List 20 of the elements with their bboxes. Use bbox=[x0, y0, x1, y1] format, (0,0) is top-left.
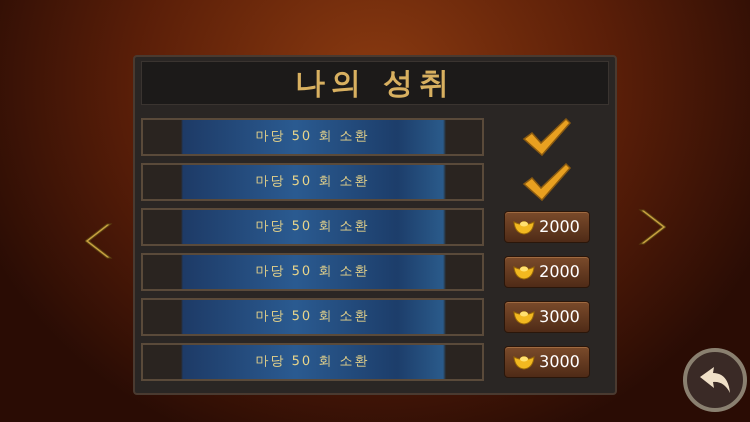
ingot-icon bbox=[513, 309, 536, 325]
checkmark-icon bbox=[522, 162, 572, 202]
checkmark-icon bbox=[522, 117, 572, 157]
right-chevron-icon[interactable] bbox=[638, 208, 666, 246]
ingot-icon bbox=[513, 219, 536, 235]
achievement-label: 마당 50 회 소환 bbox=[256, 263, 370, 282]
ingot-icon bbox=[513, 354, 536, 370]
claim-reward-button[interactable]: 3000 bbox=[504, 301, 590, 333]
claim-reward-button[interactable]: 2000 bbox=[504, 256, 590, 288]
claim-reward-button[interactable]: 2000 bbox=[504, 211, 590, 243]
back-arrow-icon bbox=[698, 365, 732, 395]
achievement-label: 마당 50 회 소환 bbox=[256, 218, 370, 236]
achievement-label: 마당 50 회 소환 bbox=[256, 128, 370, 146]
achievement-label: 마당 50 회 소환 bbox=[256, 173, 370, 192]
ingot-icon bbox=[513, 264, 536, 280]
achievement-label: 마당 50 회 소환 bbox=[256, 353, 370, 372]
achievement-label: 마당 50 회 소환 bbox=[256, 308, 370, 326]
panel-title: 나의 성취 bbox=[294, 64, 456, 102]
left-chevron-icon[interactable] bbox=[85, 222, 113, 260]
claim-reward-button[interactable]: 3000 bbox=[504, 346, 590, 378]
